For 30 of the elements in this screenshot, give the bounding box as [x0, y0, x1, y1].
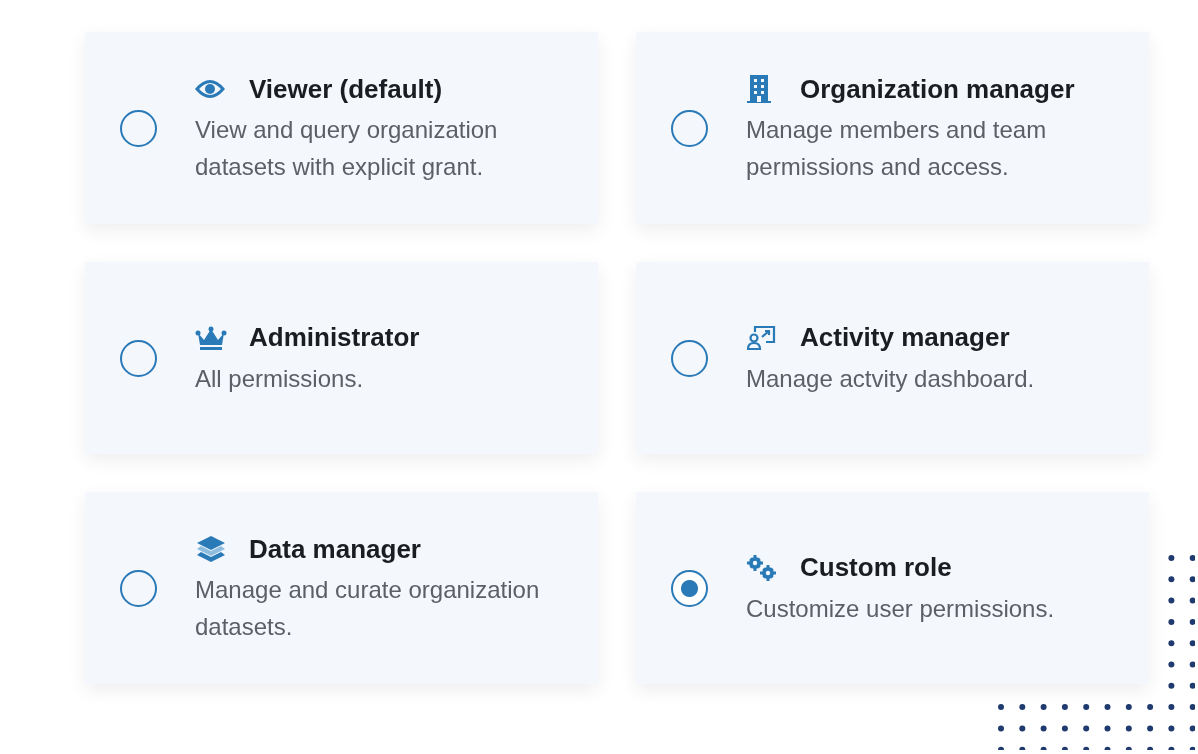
- radio-button[interactable]: [120, 339, 157, 377]
- radio-button[interactable]: [120, 109, 157, 147]
- role-description: Manage actvity dashboard.: [746, 363, 1036, 394]
- role-card[interactable]: Custom role Customize user permissions.: [636, 492, 1149, 684]
- layers-icon: [195, 535, 227, 563]
- role-description: View and query organization datasets with explicit grant.: [195, 115, 499, 182]
- gears-icon: [746, 553, 778, 582]
- presentation-icon: [746, 324, 776, 351]
- role-title: Data manager: [249, 532, 421, 566]
- radio-button[interactable]: [671, 109, 708, 147]
- eye-icon: [195, 78, 225, 100]
- radio-button[interactable]: [671, 339, 708, 377]
- role-title: Activity manager: [800, 321, 1010, 354]
- crown-icon: [195, 324, 227, 351]
- role-description: Customize user permissions.: [746, 593, 1056, 624]
- role-card[interactable]: Activity manager Manage actvity dashboard.: [636, 262, 1149, 454]
- role-title: Administrator: [249, 321, 420, 354]
- radio-button[interactable]: [671, 569, 708, 607]
- role-title: Organization manager: [800, 72, 1075, 106]
- role-card[interactable]: Administrator All permissions.: [85, 262, 598, 454]
- role-description: Manage and curate organization datasets.: [195, 575, 541, 642]
- role-title: Custom role: [800, 551, 952, 584]
- building-icon: [746, 74, 772, 104]
- role-title: Viewer (default): [249, 72, 443, 106]
- role-card[interactable]: Viewer (default) View and query organization datasets with explicit grant.: [85, 32, 598, 224]
- role-card[interactable]: Organization manager Manage members and team permissions and access.: [636, 32, 1149, 224]
- role-card[interactable]: Data manager Manage and curate organization datasets.: [85, 492, 598, 684]
- radio-button[interactable]: [120, 569, 157, 607]
- role-description: All permissions.: [195, 363, 365, 394]
- role-description: Manage members and team permissions and access.: [746, 115, 1048, 182]
